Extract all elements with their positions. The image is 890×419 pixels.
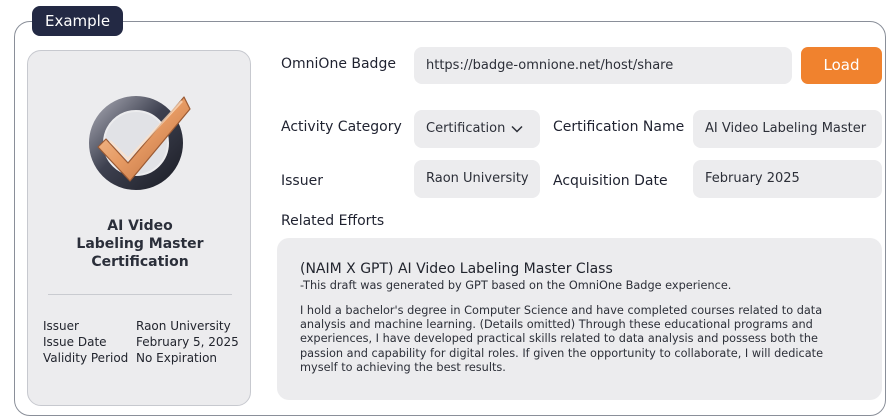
certification-name-label: Certification Name bbox=[553, 119, 685, 135]
meta-value: Raon University bbox=[136, 319, 231, 333]
meta-value: No Expiration bbox=[136, 351, 218, 365]
activity-category-select[interactable]: Certification bbox=[414, 110, 540, 148]
load-button[interactable]: Load bbox=[801, 47, 882, 84]
activity-category-label: Activity Category bbox=[281, 119, 402, 135]
acquisition-date-label: Acquisition Date bbox=[553, 173, 668, 189]
card-divider bbox=[48, 294, 232, 295]
efforts-subtitle: -This draft was generated by GPT based o… bbox=[300, 279, 732, 292]
omnione-badge-label: OmniOne Badge bbox=[281, 56, 396, 72]
section-tag: Example bbox=[32, 6, 124, 36]
related-efforts-label: Related Efforts bbox=[281, 213, 385, 229]
meta-key: Issue Date bbox=[43, 335, 107, 349]
efforts-title: (NAIM X GPT) AI Video Labeling Master Cl… bbox=[300, 261, 613, 277]
meta-key: Issuer bbox=[43, 319, 79, 333]
certification-name-input[interactable]: AI Video Labeling Master bbox=[693, 110, 882, 148]
efforts-body: I hold a bachelor's degree in Computer S… bbox=[300, 304, 824, 374]
chevron-down-icon bbox=[511, 125, 523, 133]
badge-card: AI Video Labeling Master Certification I… bbox=[27, 50, 251, 406]
meta-key: Validity Period bbox=[43, 351, 129, 365]
activity-category-value: Certification bbox=[426, 121, 506, 136]
issuer-label: Issuer bbox=[281, 173, 323, 189]
checkmark-badge-icon bbox=[89, 96, 191, 190]
issuer-input[interactable]: Raon University bbox=[414, 160, 540, 198]
acquisition-date-input[interactable]: February 2025 bbox=[693, 160, 882, 198]
omnione-badge-url-input[interactable]: https://badge-omnione.net/host/share bbox=[414, 47, 792, 84]
meta-value: February 5, 2025 bbox=[136, 335, 239, 349]
related-efforts-textarea[interactable]: (NAIM X GPT) AI Video Labeling Master Cl… bbox=[277, 238, 882, 400]
badge-title: AI Video Labeling Master Certification bbox=[76, 218, 204, 270]
